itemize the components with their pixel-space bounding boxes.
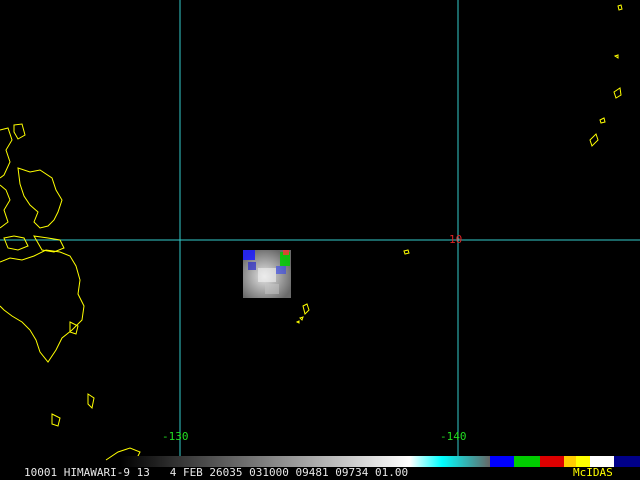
- lon-label-140: -140: [440, 430, 467, 443]
- satellite-image-patch: [243, 250, 291, 298]
- coastline-philippines: [0, 123, 141, 461]
- image-caption: 10001 HIMAWARI-9 13 4 FEB 26035 031000 0…: [24, 466, 409, 479]
- coastline-islands: [295, 4, 623, 324]
- satellite-map: [0, 0, 640, 461]
- lat-label-10: 10: [449, 233, 463, 246]
- mcidas-brand: McIDAS: [573, 466, 613, 479]
- lon-label-130: -130: [162, 430, 189, 443]
